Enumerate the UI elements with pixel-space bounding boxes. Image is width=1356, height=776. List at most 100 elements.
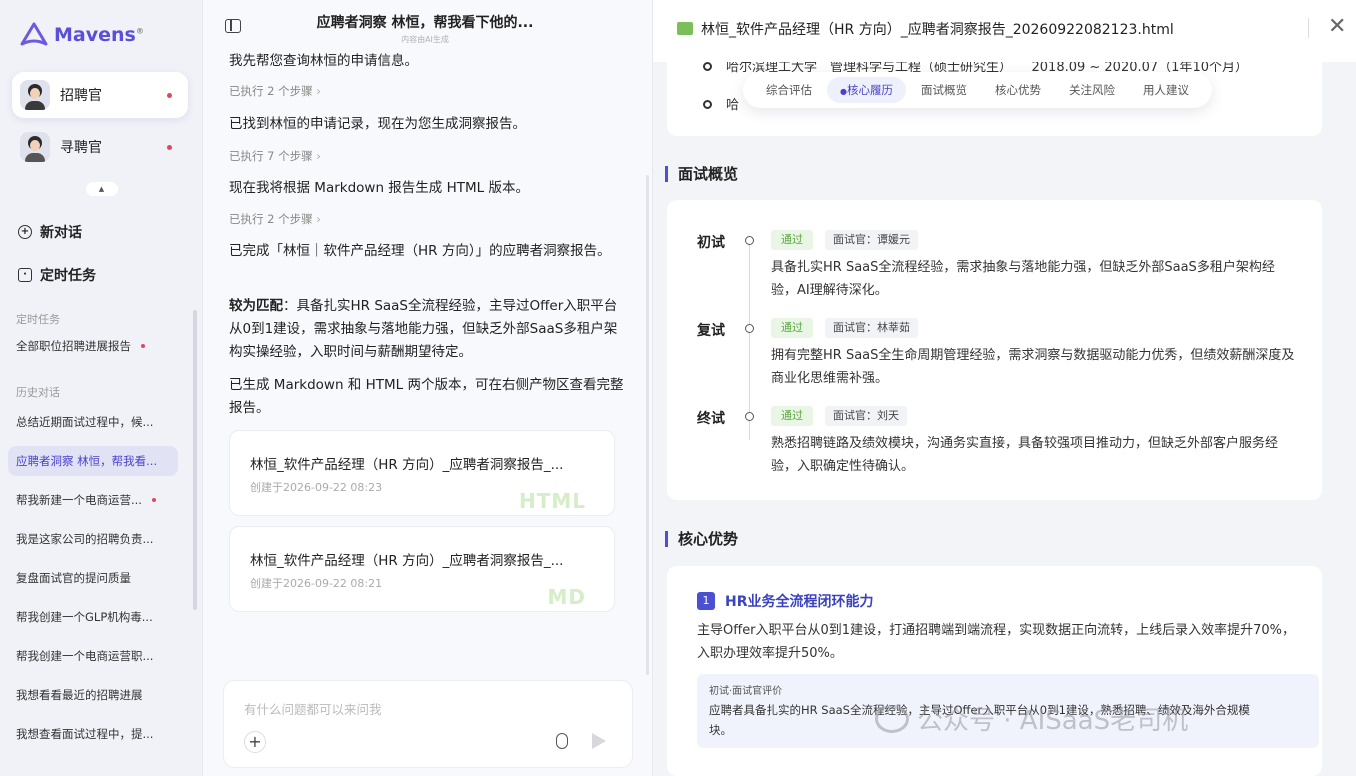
new-chat-label: 新对话	[40, 225, 82, 241]
chat-input-box[interactable]: 有什么问题都可以来问我 +	[223, 680, 633, 768]
stage-desc: 熟悉招聘链路及绩效模块，沟通务实直接，具备较强项目推动力，但缺乏外部客户服务经验…	[771, 436, 1279, 474]
history-item[interactable]: 总结近期面试过程中，候...	[8, 407, 178, 437]
education-text: 哈	[726, 98, 740, 113]
history-item-label: 我想看看最近的招聘进展	[16, 688, 143, 702]
report-panel: 哈尔滨理工大学 管理科学与工程（硕士研究生） 2018.09 ~ 2020.07…	[653, 0, 1356, 776]
send-icon[interactable]	[592, 733, 606, 749]
report-header: 林恒_软件产品经理（HR 方向）_应聘者洞察报告_20260922082123.…	[653, 0, 1356, 62]
advantages-card: 1 HR业务全流程闭环能力 主导Offer入职平台从0到1建设，打通招聘端到端流…	[667, 566, 1322, 776]
advantage-number: 1	[697, 592, 715, 610]
unread-dot	[167, 144, 172, 150]
interviewer-tag: 面试官：谭媛元	[825, 230, 918, 250]
assistant-message: 已生成 Markdown 和 HTML 两个版本，可在右侧产物区查看完整报告。	[229, 377, 624, 416]
app-window: Mavens® 招聘官 寻聘官 ▲ + 新对话 · 定时任务 定时任务 全部职位…	[0, 0, 1356, 776]
tab-suggestions[interactable]: 用人建议	[1130, 77, 1202, 103]
history-item-label: 应聘者洞察 林恒，帮我看...	[16, 454, 158, 468]
new-chat-button[interactable]: + 新对话	[18, 222, 82, 242]
attach-plus-icon[interactable]: +	[244, 731, 266, 753]
tab-core-resume[interactable]: 核心履历	[827, 77, 906, 103]
interviewer-tag: 面试官：刘天	[825, 406, 907, 426]
sidebar-scrollbar[interactable]	[193, 310, 197, 610]
section-history-heading: 历史对话	[16, 386, 60, 399]
steps-toggle[interactable]: 已执行 2 个步骤	[229, 83, 321, 99]
artifact-title: 林恒_软件产品经理（HR 方向）_应聘者洞察报告_...	[250, 553, 564, 569]
microphone-icon[interactable]	[556, 733, 568, 749]
watermark-text: 公众号 · AISaaS老司机	[917, 706, 1189, 736]
avatar	[20, 132, 50, 162]
artifact-date: 创建于2026-09-22 08:23	[250, 481, 383, 494]
agent-recruiter[interactable]: 招聘官	[12, 72, 188, 118]
close-icon[interactable]: ✕	[1328, 14, 1346, 40]
history-item-label: 帮我创建一个GLP机构毒...	[16, 610, 153, 624]
timeline-dot-icon	[703, 62, 712, 71]
plus-circle-icon: +	[18, 225, 32, 239]
steps-toggle[interactable]: 已执行 7 个步骤	[229, 148, 321, 164]
stage-desc: 具备扎实HR SaaS全流程经验，需求抽象与落地能力强，但缺乏外部SaaS多租户…	[771, 260, 1275, 298]
history-item[interactable]: 帮我创建一个电商运营职...	[8, 641, 178, 671]
history-item-label: 帮我创建一个电商运营职...	[16, 649, 154, 663]
tab-risks[interactable]: 关注风险	[1056, 77, 1128, 103]
steps-toggle[interactable]: 已执行 2 个步骤	[229, 211, 321, 227]
tab-interview[interactable]: 面试概览	[908, 77, 980, 103]
agent-label: 招聘官	[60, 88, 102, 104]
chat-input[interactable]: 有什么问题都可以来问我	[244, 699, 382, 718]
scheduled-tasks-label: 定时任务	[40, 268, 96, 284]
artifact-date: 创建于2026-09-22 08:21	[250, 577, 383, 590]
assistant-message: 已完成「林恒｜软件产品经理（HR 方向）」的应聘者洞察报告。	[229, 243, 611, 259]
timeline-line	[749, 244, 750, 440]
history-item[interactable]: 帮我新建一个电商运营...	[8, 485, 178, 515]
artifact-card-md[interactable]: 林恒_软件产品经理（HR 方向）_应聘者洞察报告_... 创建于2026-09-…	[229, 526, 615, 612]
timeline-dot-icon	[745, 324, 754, 333]
timeline-dot-icon	[703, 100, 712, 109]
status-badge: 通过	[771, 230, 813, 250]
unread-dot	[141, 344, 145, 348]
stage-label: 终试	[697, 411, 725, 427]
chat-title: 应聘者洞察 林恒，帮我看下他的...	[316, 15, 534, 31]
history-item[interactable]: 我想查看面试过程中，提...	[8, 719, 178, 749]
status-badge: 通过	[771, 318, 813, 338]
agent-headhunter[interactable]: 寻聘官	[12, 124, 188, 170]
history-item-label: 帮我新建一个电商运营...	[16, 493, 142, 507]
agent-label: 寻聘官	[60, 140, 102, 156]
scheduled-tasks-button[interactable]: · 定时任务	[18, 265, 96, 285]
history-item-label: 我想查看面试过程中，提...	[16, 727, 154, 741]
chat-panel: 应聘者洞察 林恒，帮我看下他的... 内容由AI生成 我先帮您查询林恒的申请信息…	[203, 0, 653, 776]
collapse-agents[interactable]: ▲	[0, 180, 202, 198]
history-item-label: 总结近期面试过程中，候...	[16, 415, 154, 429]
stage-desc: 拥有完整HR SaaS全生命周期管理经验，需求洞察与数据驱动能力优秀，但绩效薪酬…	[771, 348, 1295, 386]
section-scheduled-heading: 定时任务	[16, 313, 60, 326]
history-item-active[interactable]: 应聘者洞察 林恒，帮我看...	[8, 446, 178, 476]
sidebar-toggle-icon[interactable]	[225, 19, 241, 33]
section-heading-interview: 面试概览	[665, 166, 738, 182]
timeline-dot-icon	[745, 412, 754, 421]
sidebar: Mavens® 招聘官 寻聘官 ▲ + 新对话 · 定时任务 定时任务 全部职位…	[0, 0, 203, 776]
advantage-desc: 主导Offer入职平台从0到1建设，打通招聘端到端流程，实现数据正向流转，上线后…	[697, 623, 1295, 661]
assistant-message: 我先帮您查询林恒的申请信息。	[229, 53, 418, 69]
avatar	[20, 80, 50, 110]
history-item[interactable]: 我是这家公司的招聘负责...	[8, 524, 178, 554]
section-heading-advantages: 核心优势	[665, 531, 738, 547]
stage-label: 初试	[697, 235, 725, 251]
advantage-title: HR业务全流程闭环能力	[725, 594, 874, 610]
brand-logo[interactable]: Mavens®	[20, 22, 144, 48]
status-badge: 通过	[771, 406, 813, 426]
history-item[interactable]: 帮我创建一个GLP机构毒...	[8, 602, 178, 632]
ai-disclaimer: 内容由AI生成	[401, 35, 449, 44]
unread-dot	[167, 92, 172, 98]
wechat-icon	[875, 704, 909, 733]
history-item[interactable]: 复盘面试官的提问质量	[8, 563, 178, 593]
markdown-file-icon: MD	[547, 585, 586, 609]
artifact-title: 林恒_软件产品经理（HR 方向）_应聘者洞察报告_...	[250, 457, 564, 473]
scheduled-item[interactable]: 全部职位招聘进展报告	[8, 331, 178, 361]
unread-dot	[151, 498, 156, 502]
scheduled-item-label: 全部职位招聘进展报告	[16, 339, 131, 353]
history-item[interactable]: 我想看看最近的招聘进展	[8, 680, 178, 710]
chat-scrollbar[interactable]	[646, 175, 649, 675]
tab-advantages[interactable]: 核心优势	[982, 77, 1054, 103]
artifact-card-html[interactable]: 林恒_软件产品经理（HR 方向）_应聘者洞察报告_... 创建于2026-09-…	[229, 430, 615, 516]
report-tabs: 综合评估 核心履历 面试概览 核心优势 关注风险 用人建议	[743, 72, 1212, 108]
html-file-icon: HTML	[518, 489, 586, 513]
watermark: 公众号 · AISaaS老司机	[875, 700, 1188, 737]
interview-card: 初试 通过 面试官：谭媛元 具备扎实HR SaaS全流程经验，需求抽象与落地能力…	[667, 200, 1322, 500]
tab-overall[interactable]: 综合评估	[753, 77, 825, 103]
